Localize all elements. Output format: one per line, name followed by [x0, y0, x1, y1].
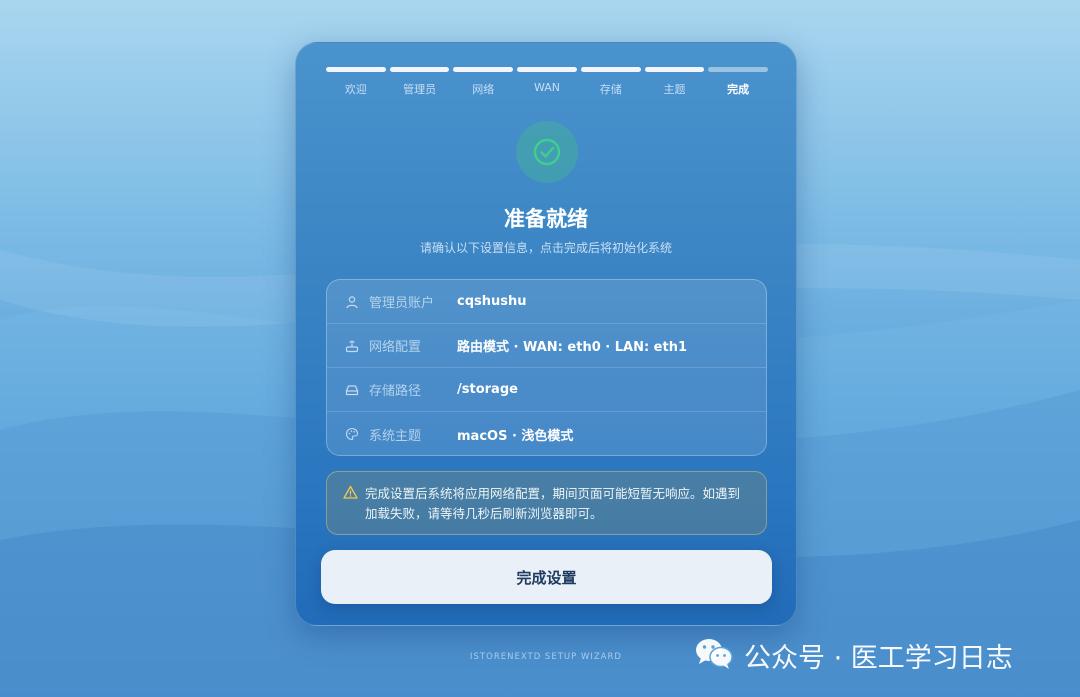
step-wan: WAN — [517, 67, 577, 97]
step-bar — [580, 67, 641, 72]
watermark: 公众号 · 医工学习日志 — [694, 636, 1013, 675]
page-subtitle: 请确认以下设置信息，点击完成后将初始化系统 — [419, 241, 672, 255]
palette-icon — [343, 425, 361, 443]
step-theme: 主题 — [644, 67, 705, 97]
watermark-text: 公众号 · 医工学习日志 — [744, 643, 1013, 674]
summary-value: cqshushu — [457, 294, 527, 309]
user-icon — [343, 293, 361, 311]
step-label: 欢迎 — [344, 83, 367, 96]
summary-label: 管理员账户 — [369, 296, 435, 311]
summary-label: 网络配置 — [369, 340, 422, 355]
step-bar — [517, 67, 577, 72]
summary-row-admin: 管理员账户 cqshushu — [327, 280, 766, 324]
step-bar — [644, 67, 705, 72]
wechat-icon — [694, 637, 734, 675]
step-bar — [389, 67, 450, 72]
summary-label: 存储路径 — [369, 384, 422, 399]
router-icon — [343, 337, 361, 355]
step-finish: 完成 — [708, 67, 769, 97]
drive-icon — [343, 381, 361, 399]
warning-icon — [343, 485, 361, 534]
finish-setup-button[interactable]: 完成设置 — [321, 550, 772, 604]
setup-wizard-card: 欢迎 管理员 网络 WAN 存储 主题 完成 准备就绪 请确认以下设置信息，点击… — [295, 42, 797, 626]
summary-value: macOS · 浅色模式 — [457, 428, 574, 444]
footer-brand: ISTORENEXTD SETUP WIZARD — [470, 652, 622, 662]
settings-summary: 管理员账户 cqshushu 网络配置 路由模式 · WAN: eth0 · L… — [326, 279, 767, 456]
step-progress: 欢迎 管理员 网络 WAN 存储 主题 完成 — [326, 67, 769, 97]
step-label: 主题 — [663, 83, 686, 96]
page-title: 准备就绪 — [504, 207, 588, 231]
step-bar — [326, 67, 386, 72]
summary-label: 系统主题 — [369, 428, 422, 444]
step-label: 网络 — [472, 83, 495, 96]
step-bar — [708, 67, 769, 72]
step-label: WAN — [534, 81, 561, 94]
summary-value: 路由模式 · WAN: eth0 · LAN: eth1 — [457, 340, 688, 355]
step-label: 管理员 — [403, 83, 437, 96]
summary-value: /storage — [457, 382, 518, 397]
step-network: 网络 — [453, 67, 514, 97]
warning-text: 完成设置后系统将应用网络配置，期间页面可能短暂无响应。如遇到加载失败，请等待几秒… — [365, 486, 741, 521]
step-storage: 存储 — [580, 67, 641, 97]
warning-notice: 完成设置后系统将应用网络配置，期间页面可能短暂无响应。如遇到加载失败，请等待几秒… — [326, 471, 767, 535]
step-label: 完成 — [727, 83, 750, 96]
summary-row-theme: 系统主题 macOS · 浅色模式 — [327, 412, 766, 455]
step-welcome: 欢迎 — [326, 67, 386, 97]
step-admin: 管理员 — [389, 67, 450, 97]
success-check-icon — [516, 121, 578, 183]
step-bar — [453, 67, 514, 72]
summary-row-network: 网络配置 路由模式 · WAN: eth0 · LAN: eth1 — [327, 324, 766, 368]
step-label: 存储 — [599, 83, 622, 96]
summary-row-storage: 存储路径 /storage — [327, 368, 766, 412]
